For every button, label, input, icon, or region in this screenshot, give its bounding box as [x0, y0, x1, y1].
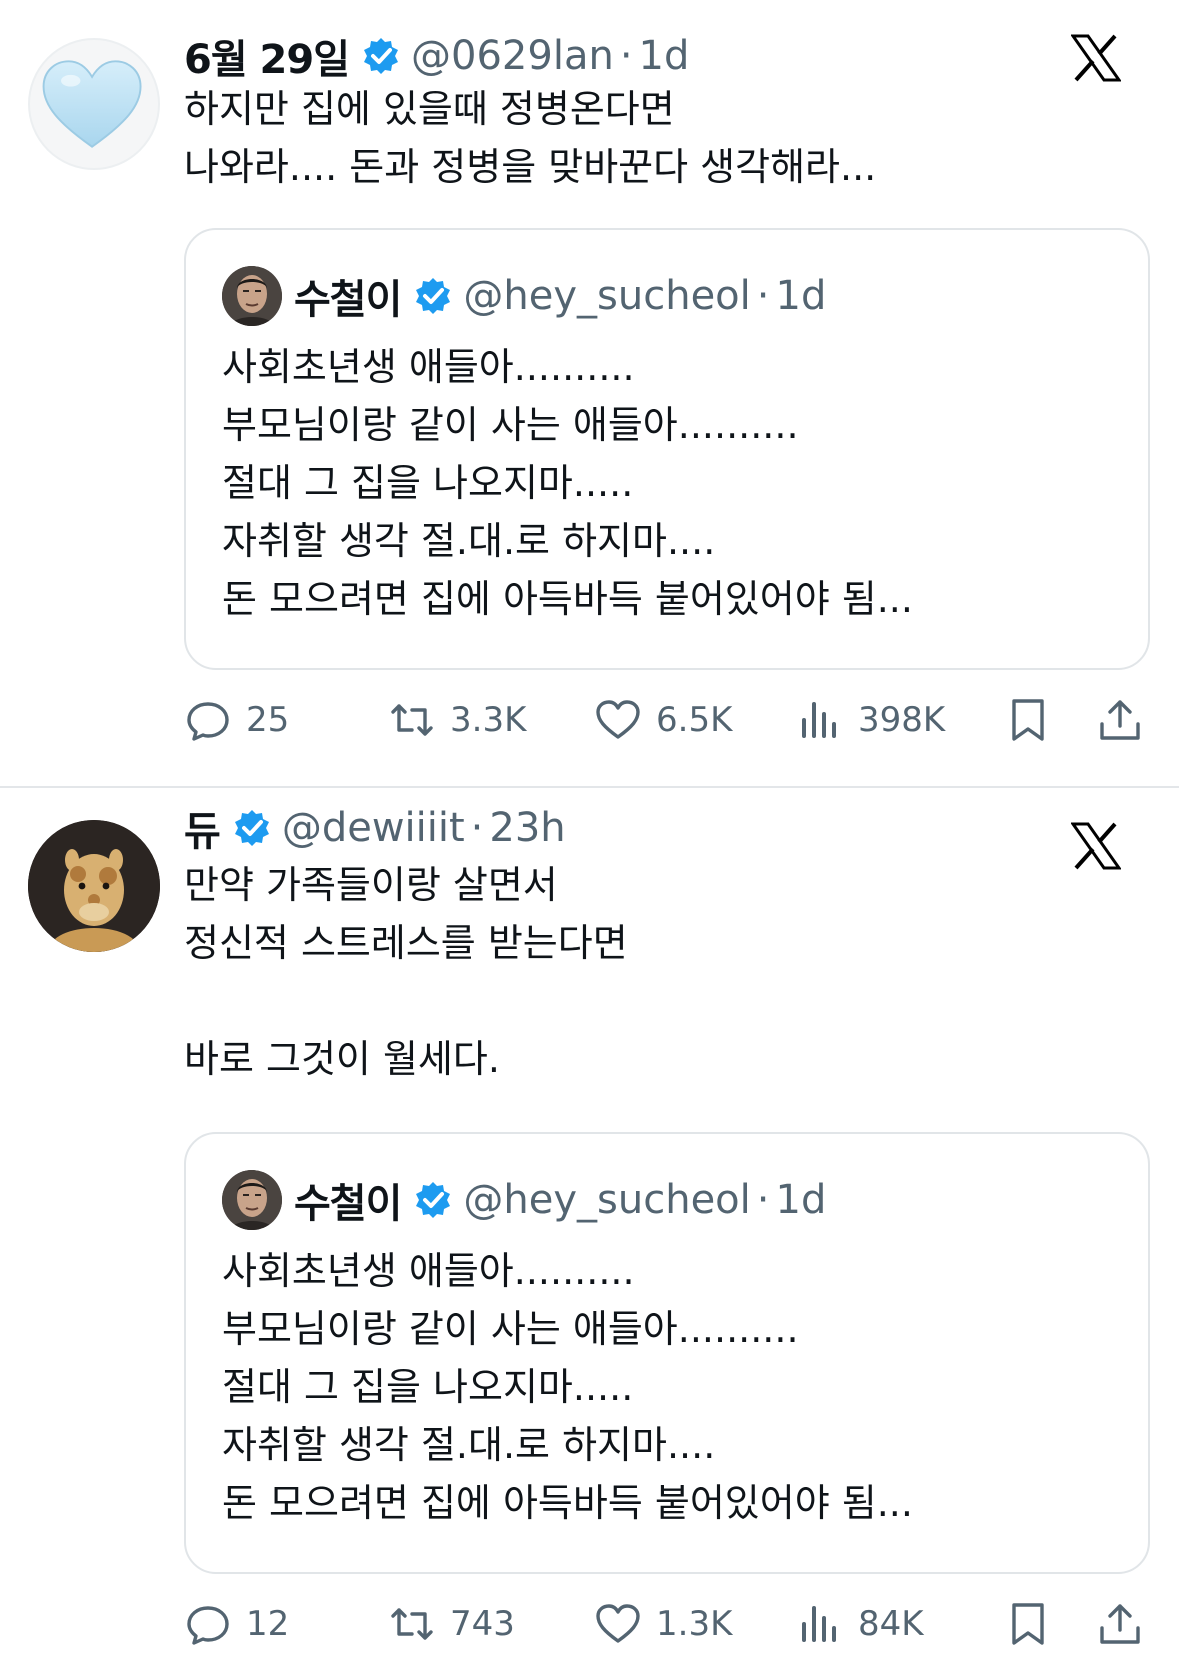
tweet-1[interactable]: 6월 29일 @0629lan · 1d 하지만 집에 있을때 정병온다면 나와…: [0, 0, 1179, 786]
quoted-tweet-header: 수철이 @hey_sucheol · 1d: [222, 266, 826, 326]
like-icon: [596, 1604, 640, 1643]
tweet-actions: 25 3.3K 6.5K 398K: [184, 690, 1150, 750]
verified-badge-icon: [416, 1182, 451, 1218]
user-avatar[interactable]: [28, 820, 160, 952]
timestamp[interactable]: 23h: [489, 805, 565, 851]
display-name[interactable]: 듀: [184, 799, 221, 857]
reply-button[interactable]: 25: [184, 690, 289, 750]
tweet-header: 듀 @dewiiiit · 23h: [184, 796, 566, 860]
retweet-button[interactable]: 743: [388, 1594, 515, 1654]
retweet-count: 743: [450, 1604, 515, 1644]
x-logo-icon: [1071, 34, 1121, 82]
user-handle[interactable]: @dewiiiit: [282, 805, 465, 851]
tweet-actions: 12 743 1.3K 84K: [184, 1594, 1150, 1654]
tweet-text: 하지만 집에 있을때 정병온다면 나와라.... 돈과 정병을 맞바꾼다 생각해…: [184, 87, 877, 189]
view-count: 84K: [858, 1604, 924, 1644]
verified-badge-icon: [234, 810, 269, 846]
views-icon: [802, 1606, 836, 1642]
retweet-button[interactable]: 3.3K: [388, 690, 526, 750]
separator-dot: ·: [470, 805, 484, 851]
bookmark-icon: [1012, 1603, 1044, 1645]
reply-icon: [187, 702, 229, 741]
reply-count: 25: [246, 700, 290, 740]
quoted-user-avatar: [222, 266, 282, 326]
quoted-timestamp[interactable]: 1d: [776, 273, 827, 319]
quoted-tweet-text: 사회초년생 애들아.......... 부모님이랑 같이 사는 애들아.....…: [222, 345, 913, 621]
view-count: 398K: [858, 700, 946, 740]
quoted-tweet-text: 사회초년생 애들아.......... 부모님이랑 같이 사는 애들아.....…: [222, 1249, 913, 1525]
display-name[interactable]: 6월 29일: [184, 27, 350, 85]
share-button[interactable]: [1096, 1594, 1144, 1654]
x-logo-icon: [1071, 822, 1121, 870]
like-count: 6.5K: [656, 700, 733, 740]
retweet-icon: [391, 704, 433, 736]
like-button[interactable]: 1.3K: [594, 1594, 732, 1654]
user-avatar[interactable]: [28, 38, 160, 170]
quoted-user-handle[interactable]: @hey_sucheol: [463, 1177, 750, 1223]
user-handle[interactable]: @0629lan: [411, 33, 614, 79]
quoted-display-name[interactable]: 수철이: [294, 1171, 402, 1229]
separator-dot: ·: [756, 1177, 770, 1223]
giraffe-plush-avatar: [28, 820, 160, 952]
separator-dot: ·: [619, 33, 633, 79]
views-button[interactable]: 84K: [796, 1594, 924, 1654]
man-portrait-icon: [222, 266, 282, 326]
share-button[interactable]: [1096, 690, 1144, 750]
quoted-user-avatar: [222, 1170, 282, 1230]
tweet-header: 6월 29일 @0629lan · 1d: [184, 24, 689, 88]
share-icon: [1100, 1604, 1140, 1644]
quoted-tweet-header: 수철이 @hey_sucheol · 1d: [222, 1170, 826, 1230]
views-button[interactable]: 398K: [796, 690, 945, 750]
timestamp[interactable]: 1d: [639, 33, 690, 79]
separator-dot: ·: [756, 273, 770, 319]
light-blue-heart-icon: [42, 60, 142, 148]
like-icon: [596, 700, 640, 739]
tweet-text: 만약 가족들이랑 살면서 정신적 스트레스를 받는다면 바로 그것이 월세다.: [184, 863, 628, 1081]
share-icon: [1100, 700, 1140, 740]
verified-badge-icon: [416, 278, 451, 314]
verified-badge-icon: [364, 38, 399, 74]
like-button[interactable]: 6.5K: [594, 690, 732, 750]
reply-button[interactable]: 12: [184, 1594, 289, 1654]
retweet-count: 3.3K: [450, 700, 527, 740]
views-icon: [802, 702, 836, 738]
retweet-icon: [391, 1608, 433, 1640]
bookmark-button[interactable]: [1004, 1594, 1052, 1654]
tweet-2[interactable]: 듀 @dewiiiit · 23h 만약 가족들이랑 살면서 정신적 스트레스를…: [0, 788, 1179, 1662]
quoted-display-name[interactable]: 수철이: [294, 267, 402, 325]
reply-count: 12: [246, 1604, 290, 1644]
quoted-tweet[interactable]: 수철이 @hey_sucheol · 1d 사회초년생 애들아.........…: [184, 1132, 1150, 1574]
bookmark-icon: [1012, 699, 1044, 741]
quoted-timestamp[interactable]: 1d: [776, 1177, 827, 1223]
like-count: 1.3K: [656, 1604, 733, 1644]
quoted-tweet[interactable]: 수철이 @hey_sucheol · 1d 사회초년생 애들아.........…: [184, 228, 1150, 670]
bookmark-button[interactable]: [1004, 690, 1052, 750]
man-portrait-icon: [222, 1170, 282, 1230]
reply-icon: [187, 1606, 229, 1645]
quoted-user-handle[interactable]: @hey_sucheol: [463, 273, 750, 319]
